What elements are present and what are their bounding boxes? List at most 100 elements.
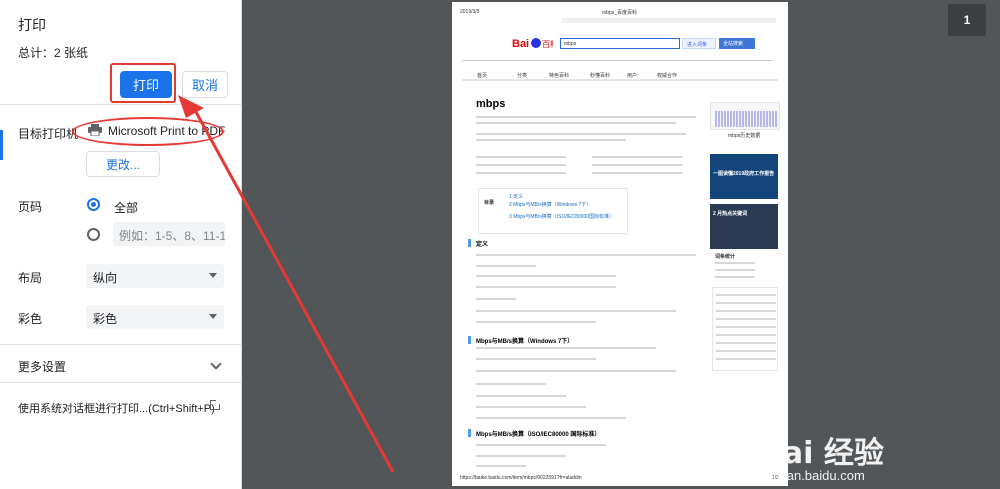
svg-text:Bai: Bai — [512, 38, 529, 50]
text-line — [716, 294, 776, 296]
preview-nav-tabs: 首页 分类 特色百科 秒懂百科 用户 权威合作 — [462, 69, 778, 81]
text-line — [476, 383, 546, 385]
text-line — [476, 172, 566, 174]
preview-notice-line — [462, 60, 772, 61]
preview-search-box: mbps — [560, 38, 680, 49]
pages-custom-input[interactable]: 例如：1-5、8、11-13 — [113, 222, 225, 246]
text-line — [476, 465, 526, 467]
text-line — [716, 318, 776, 320]
watermark-brand: Bai 经验 — [760, 436, 884, 471]
text-line — [716, 310, 776, 312]
text-line — [476, 370, 676, 372]
promo-banner-2: 2 月热点关键词 — [710, 204, 778, 249]
preview-related-title: 词条统计 — [715, 254, 736, 260]
watermark-url: jingyan.baidu.com — [760, 468, 865, 483]
text-line — [476, 122, 676, 124]
pages-label: 页码 — [18, 200, 43, 214]
text-line — [715, 276, 755, 278]
pages-custom-radio[interactable] — [87, 228, 100, 241]
color-label: 彩色 — [18, 312, 43, 326]
focus-marker — [0, 130, 3, 160]
preview-toc: 目录 1 定义 2 Mbps与MB/s换算（Windows 7下） 3 Mbps… — [478, 188, 628, 234]
preview-history-chart — [710, 102, 780, 130]
text-line — [476, 395, 566, 397]
destination-highlight — [72, 117, 224, 146]
text-line — [476, 417, 626, 419]
text-line — [476, 347, 656, 349]
chart-bars — [715, 111, 777, 127]
preview-article-title: mbps — [476, 98, 506, 110]
top-nav-bar — [562, 18, 776, 23]
text-line — [476, 254, 696, 256]
section-marker — [468, 239, 471, 247]
print-preview-page: 2019/3/5 mbps_百度百科 Bai 百科 mbps 进入词条 全站搜索… — [452, 2, 788, 486]
text-line — [476, 275, 616, 277]
text-line — [476, 310, 676, 312]
divider — [0, 382, 242, 383]
open-external-icon — [210, 398, 222, 410]
color-value: 彩色 — [93, 312, 118, 326]
text-line — [715, 262, 755, 264]
print-settings-panel: 打印 总计：2 张纸 打印 取消 目标打印机 Microsoft Print t… — [0, 0, 242, 489]
divider — [0, 104, 242, 105]
text-line — [592, 164, 682, 166]
chevron-down-icon — [209, 273, 217, 278]
text-line — [476, 455, 566, 457]
page-count-badge: 1 — [948, 4, 986, 36]
text-line — [476, 156, 566, 158]
text-line — [476, 133, 686, 135]
preview-section-1: 定义 — [476, 242, 489, 248]
text-line — [716, 302, 776, 304]
text-line — [476, 116, 696, 118]
text-line — [592, 156, 682, 158]
more-settings-toggle[interactable]: 更多设置 — [18, 358, 66, 375]
panel-title: 打印 — [18, 17, 46, 33]
divider — [0, 344, 242, 345]
layout-value: 纵向 — [93, 271, 118, 285]
text-line — [716, 326, 776, 328]
destination-label: 目标打印机 — [18, 127, 79, 141]
text-line — [715, 269, 755, 271]
text-line — [476, 298, 516, 300]
text-line — [476, 139, 626, 141]
preview-section-3: Mbps与MB/s换算（ISO/IEC80000 国际标准） — [476, 432, 601, 438]
preview-enter-button: 进入词条 — [682, 38, 716, 49]
text-line — [592, 172, 682, 174]
print-button-highlight — [110, 63, 176, 103]
text-line — [716, 334, 776, 336]
baidu-logo: Bai 百科 — [512, 38, 554, 50]
preview-site-search-button: 全站搜索 — [719, 38, 755, 49]
preview-related-list — [712, 287, 778, 371]
layout-label: 布局 — [18, 271, 43, 285]
section-marker — [468, 429, 471, 437]
preview-chart-caption: mbps历史数据 — [728, 133, 761, 139]
chevron-down-icon[interactable] — [210, 358, 222, 370]
pages-all-label: 全部 — [114, 201, 139, 215]
system-dialog-link[interactable]: 使用系统对话框进行打印...(Ctrl+Shift+P) — [18, 400, 215, 416]
sheet-total: 总计：2 张纸 — [18, 46, 89, 60]
preview-footer-url: https://baike.baidu.com/item/mbps/902259… — [460, 475, 582, 481]
preview-search-value: mbps — [564, 41, 577, 47]
color-select[interactable]: 彩色 — [86, 305, 224, 329]
layout-select[interactable]: 纵向 — [86, 264, 224, 288]
text-line — [476, 444, 606, 446]
promo-banner-1: 一图读懂2019政府工作报告 — [710, 154, 778, 199]
chevron-down-icon — [209, 314, 217, 319]
text-line — [476, 406, 586, 408]
section-marker — [468, 336, 471, 344]
pages-all-radio[interactable] — [87, 198, 100, 211]
text-line — [476, 321, 596, 323]
text-line — [716, 350, 776, 352]
preview-section-2: Mbps与MB/s换算（Windows 7下） — [476, 339, 574, 345]
svg-text:百科: 百科 — [542, 39, 554, 49]
text-line — [716, 342, 776, 344]
text-line — [476, 265, 536, 267]
cancel-button[interactable]: 取消 — [182, 71, 228, 98]
preview-header-title: mbps_百度百科 — [602, 10, 638, 16]
text-line — [716, 358, 776, 360]
text-line — [476, 358, 596, 360]
preview-date: 2019/3/5 — [460, 9, 480, 15]
change-destination-button[interactable]: 更改... — [86, 151, 160, 177]
text-line — [476, 164, 566, 166]
text-line — [476, 286, 616, 288]
